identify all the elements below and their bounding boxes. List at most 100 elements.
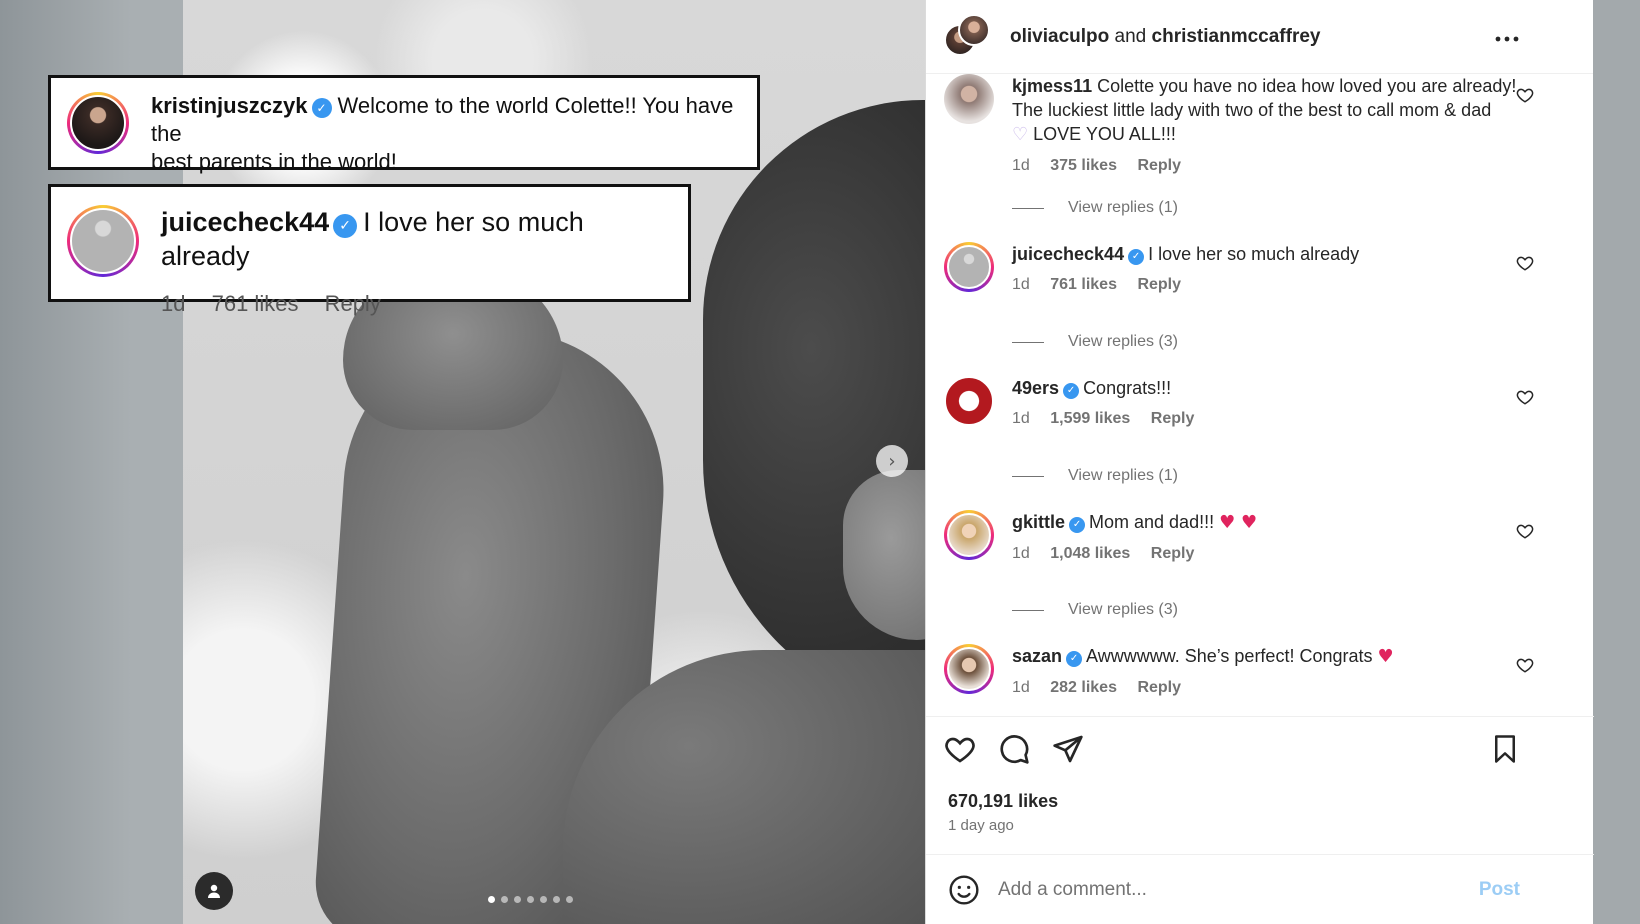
carousel-dot[interactable] (514, 896, 521, 903)
comment-text: sazan ✓ Awwwwww. She’s perfect! Congrats ♥ (1012, 644, 1534, 669)
comment-meta: 1d 375 likes Reply (1012, 157, 1534, 175)
comment-likes[interactable]: 761 likes (1050, 276, 1117, 293)
share-icon[interactable] (1052, 733, 1084, 765)
comment-likes[interactable]: 1,048 likes (1050, 545, 1130, 562)
avatar[interactable] (944, 644, 994, 694)
comment-time: 1d (1012, 410, 1030, 427)
avatar-image (947, 513, 991, 557)
post-likes-count[interactable]: 670,191 likes (948, 791, 1058, 812)
comment-likes[interactable]: 282 likes (1050, 679, 1117, 696)
comment-body: Awwwwww. She’s perfect! Congrats (1086, 646, 1373, 666)
avatar-image (70, 95, 126, 151)
comment-meta: 1d 282 likes Reply (1012, 679, 1534, 697)
comment-meta: 1d 761 likes Reply (1012, 276, 1534, 294)
chevron-right-icon: › (888, 450, 896, 472)
view-replies-button[interactable]: View replies (3) (1012, 601, 1178, 619)
divider (1012, 207, 1044, 209)
view-replies-button[interactable]: View replies (3) (1012, 333, 1178, 351)
view-replies-button[interactable]: View replies (1) (1012, 467, 1178, 485)
avatar[interactable] (67, 92, 129, 154)
view-replies-label: View replies (1) (1068, 199, 1178, 216)
highlight-comment-kristinjuszczyk: kristinjuszczyk ✓ Welcome to the world Col… (48, 75, 760, 174)
comment-likes[interactable]: 1,599 likes (1050, 410, 1130, 427)
reply-button[interactable]: Reply (1137, 157, 1181, 174)
comment-input[interactable] (998, 878, 1498, 901)
comment-username[interactable]: 49ers (1012, 378, 1059, 398)
avatar[interactable] (944, 74, 994, 124)
comment-time: 1d (1012, 276, 1030, 293)
post-time: 1 day ago (948, 817, 1014, 834)
carousel-next-button[interactable]: › (876, 445, 908, 477)
reply-button[interactable]: Reply (1151, 545, 1195, 562)
comment-icon[interactable] (998, 733, 1030, 765)
avatar[interactable] (944, 510, 994, 560)
reply-button[interactable]: Reply (325, 291, 381, 316)
comment-body: Mom and dad!!! (1089, 512, 1215, 532)
reply-button[interactable]: Reply (1137, 679, 1181, 696)
highlight-comment-text: kristinjuszczyk ✓ Welcome to the world Col… (151, 92, 743, 176)
more-options-button[interactable] (1495, 22, 1519, 48)
carousel-dots (488, 896, 573, 903)
comment-likes[interactable]: 761 likes (212, 291, 299, 316)
comment-text: 49ers ✓ Congrats!!! (1012, 376, 1534, 400)
verified-badge-icon: ✓ (1063, 383, 1080, 399)
verified-badge-icon: ✓ (1128, 249, 1145, 265)
verified-badge-icon: ✓ (1069, 517, 1086, 533)
comments-list[interactable]: kjmess11 Colette you have no idea how lo… (926, 74, 1594, 716)
like-icon[interactable] (944, 733, 976, 765)
action-icons (944, 733, 1084, 765)
divider (1012, 475, 1044, 477)
reply-button[interactable]: Reply (1151, 410, 1195, 427)
tagged-users-button[interactable] (195, 872, 233, 910)
post-comment-button[interactable]: Post (1479, 879, 1520, 901)
comment-text: juicecheck44 ✓ I love her so much already (1012, 242, 1534, 266)
heart-emoji: ♡ (1012, 124, 1029, 145)
comment-likes[interactable]: 375 likes (1050, 157, 1117, 174)
comment-username[interactable]: gkittle (1012, 512, 1065, 532)
verified-badge-icon: ✓ (1066, 651, 1083, 667)
like-comment-icon[interactable] (1516, 388, 1534, 406)
like-comment-icon[interactable] (1516, 522, 1534, 540)
avatar-image (70, 208, 136, 274)
carousel-dot[interactable] (501, 896, 508, 903)
like-comment-icon[interactable] (1516, 254, 1534, 272)
save-button[interactable] (1490, 733, 1520, 765)
post-authors: oliviaculpo and christianmccaffrey (1010, 26, 1320, 48)
carousel-dot[interactable] (540, 896, 547, 903)
view-replies-label: View replies (3) (1068, 333, 1178, 350)
comment-username[interactable]: sazan (1012, 646, 1062, 666)
carousel-dot[interactable] (488, 896, 495, 903)
carousel-dot[interactable] (566, 896, 573, 903)
author-username[interactable]: oliviaculpo (1010, 26, 1109, 47)
reply-button[interactable]: Reply (1137, 276, 1181, 293)
comment-username[interactable]: juicecheck44 (161, 207, 329, 237)
comment-item: juicecheck44 ✓ I love her so much already … (944, 242, 1534, 294)
comment-username[interactable]: kristinjuszczyk (151, 93, 308, 118)
comment-body-tail: LOVE YOU ALL!!! (1028, 124, 1176, 144)
verified-badge-icon: ✓ (333, 214, 358, 238)
author-avatars[interactable] (944, 13, 990, 60)
like-comment-icon[interactable] (1516, 86, 1534, 104)
heart-emoji: ♥ ♥ (1219, 512, 1258, 533)
carousel-dot[interactable] (527, 896, 534, 903)
comment-username[interactable]: juicecheck44 (1012, 244, 1124, 264)
emoji-icon[interactable] (948, 874, 980, 906)
carousel-dot[interactable] (553, 896, 560, 903)
post-panel: oliviaculpo and christianmccaffrey kjmes… (925, 0, 1594, 924)
view-replies-label: View replies (3) (1068, 601, 1178, 618)
authors-joiner: and (1114, 25, 1147, 47)
like-comment-icon[interactable] (1516, 656, 1534, 674)
author-username[interactable]: christianmccaffrey (1152, 26, 1321, 47)
avatar-image (947, 647, 991, 691)
divider (1012, 341, 1044, 343)
comment-composer: Post (926, 854, 1594, 924)
comment-username[interactable]: kjmess11 (1012, 76, 1092, 96)
comment-body-line2: best parents in the world! (151, 149, 397, 174)
avatar[interactable] (944, 242, 994, 292)
avatar[interactable] (67, 205, 139, 277)
view-replies-button[interactable]: View replies (1) (1012, 199, 1178, 217)
comment-time: 1d (1012, 545, 1030, 562)
bookmark-icon (1495, 735, 1515, 763)
avatar[interactable] (944, 376, 994, 426)
comment-body: Congrats!!! (1083, 378, 1172, 398)
